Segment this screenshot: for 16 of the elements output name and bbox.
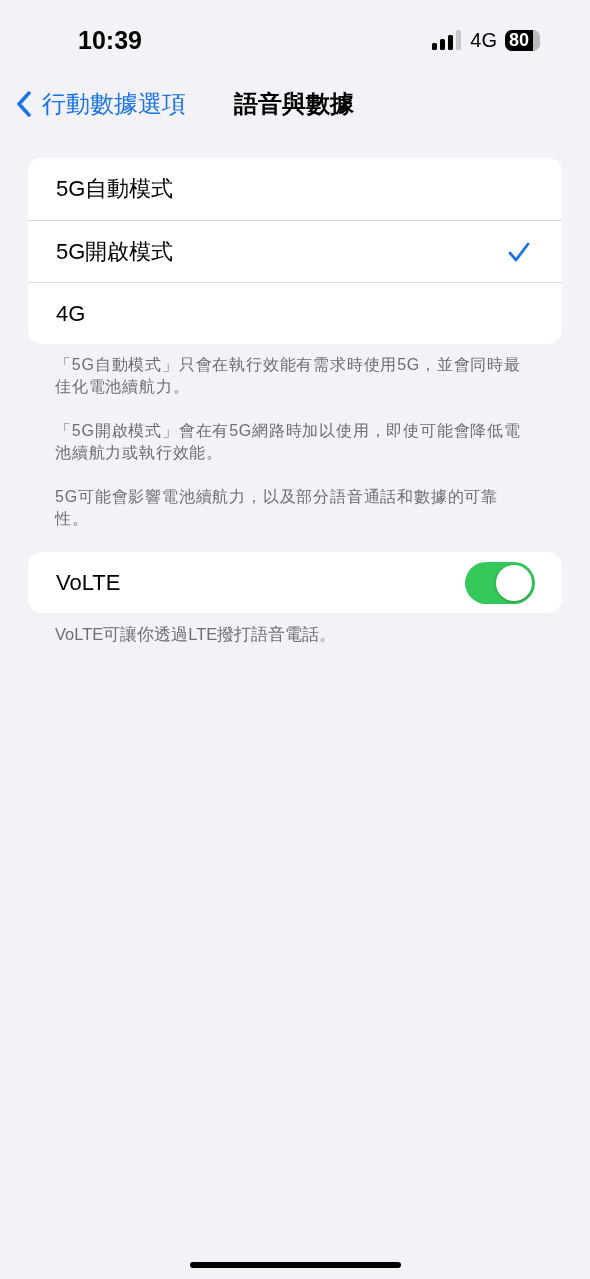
footnote-text: 「5G開啟模式」會在有5G網路時加以使用，即使可能會降低電池續航力或執行效能。 [55,421,522,463]
footnote-text: VoLTE可讓你透過LTE撥打語音電話。 [55,624,338,645]
status-time: 10:39 [78,25,143,55]
footnote-text: 5G可能會影響電池續航力，以及部分語音通話和數據的可靠性。 [55,487,499,529]
page-title: 語音與數據 [234,89,354,119]
mode-option[interactable]: 4G [28,282,562,344]
mode-option[interactable]: 5G開啟模式 [28,220,562,282]
volte-toggle[interactable] [465,561,535,604]
battery-level: 80 [504,29,540,51]
back-button[interactable]: 行動數據選項 [16,88,186,120]
footnote-text: 「5G自動模式」只會在執行效能有需求時使用5G，並會同時最佳化電池續航力。 [55,355,522,397]
signal-icon [432,30,463,50]
network-type: 4G [470,28,497,52]
volte-label: VoLTE [56,569,122,596]
mode-option[interactable]: 5G自動模式 [28,158,562,220]
back-chevron-icon [16,91,32,117]
